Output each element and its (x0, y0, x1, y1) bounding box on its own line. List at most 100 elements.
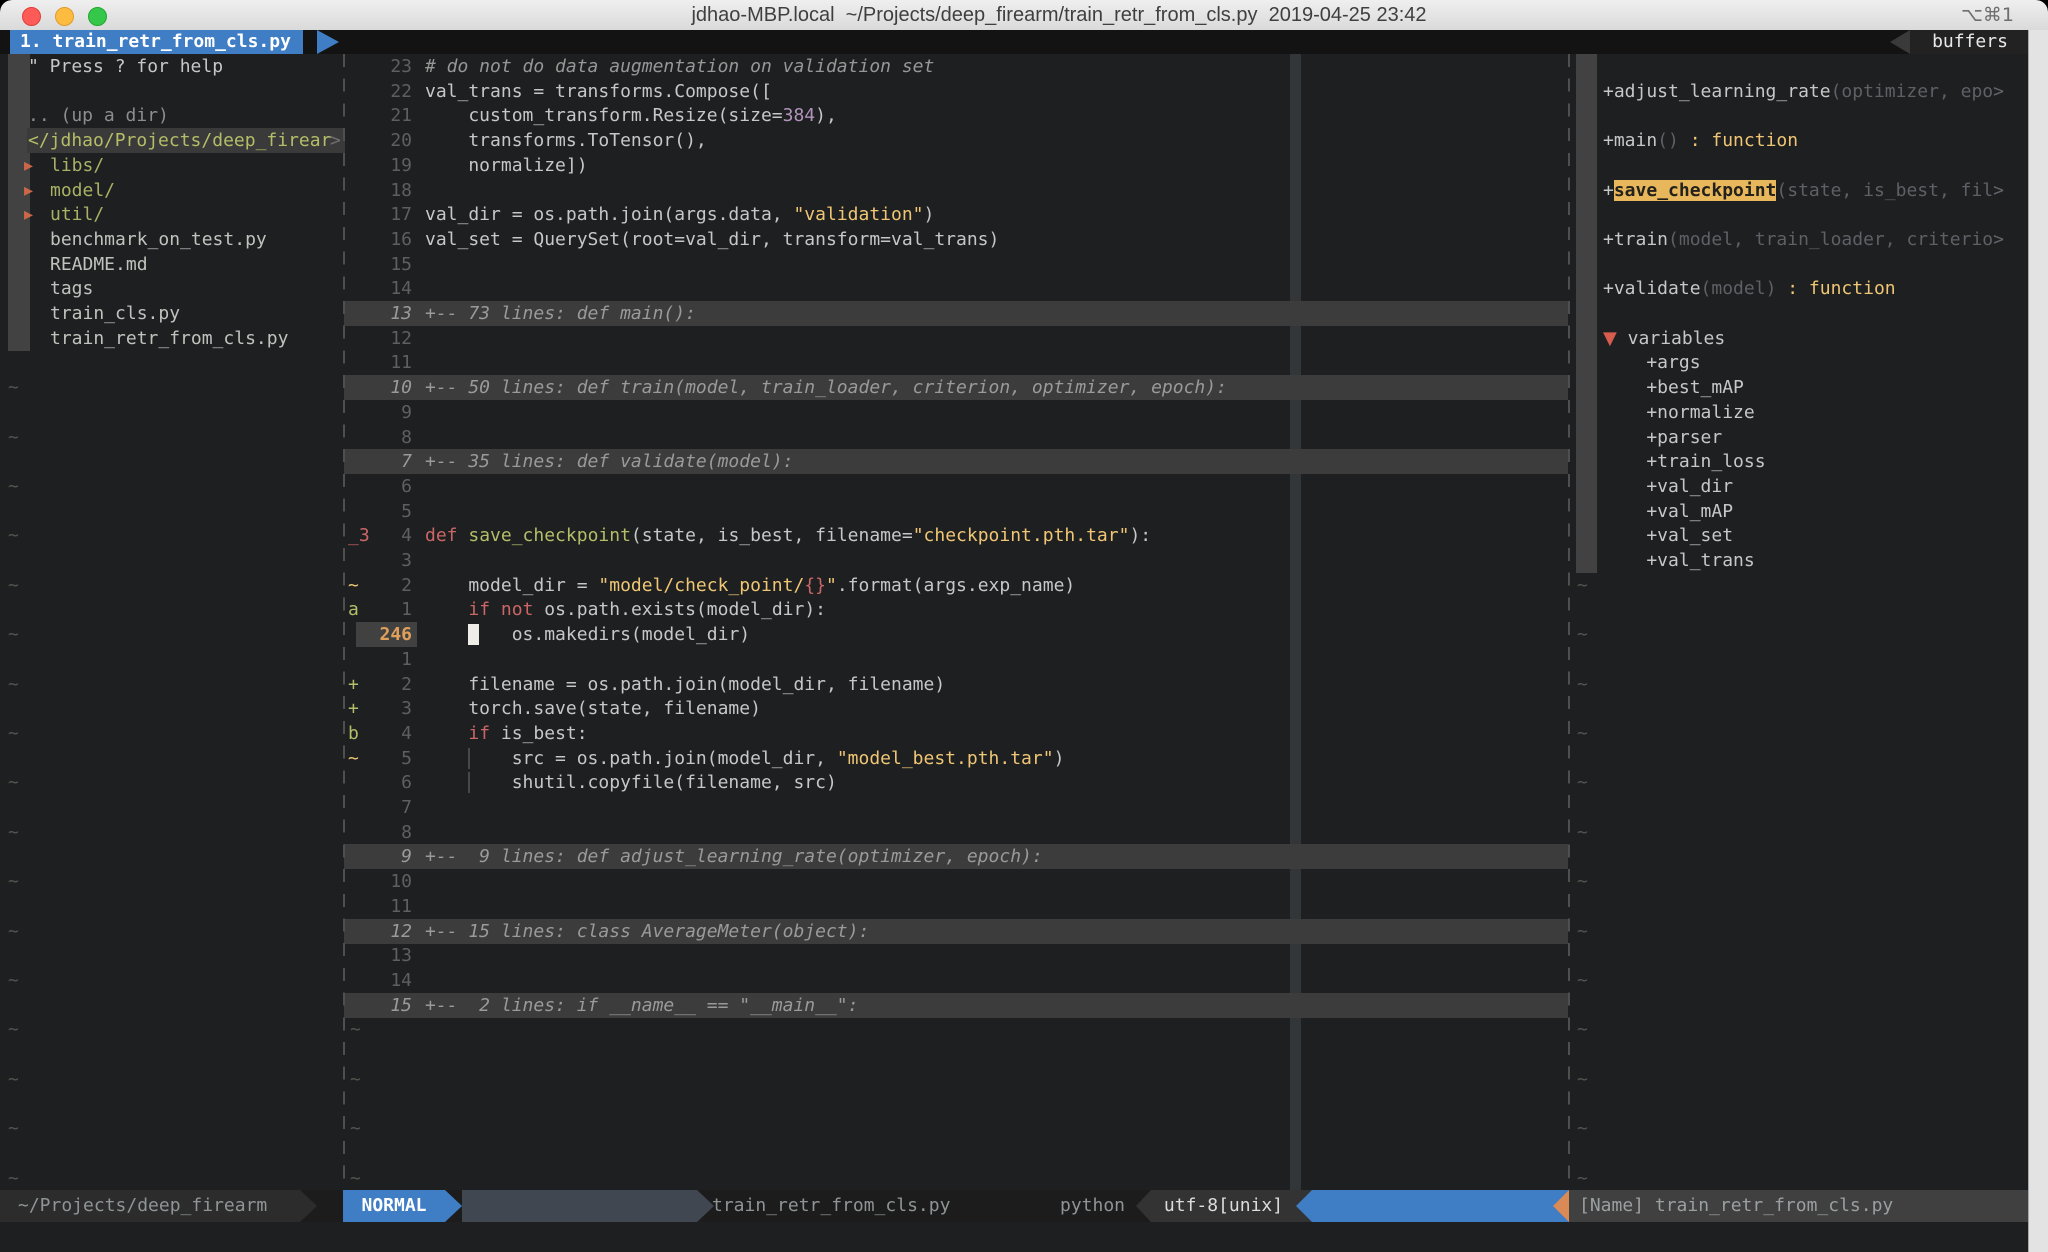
tag-entry[interactable]: +val_set (0, 523, 2048, 548)
fold-text: +-- 73 lines: def main(): (425, 301, 696, 326)
tag-entry[interactable]: +best_mAP (0, 375, 2048, 400)
line-number: 11 (360, 894, 412, 919)
window-separator-left[interactable] (343, 54, 345, 1190)
empty-line: ~ (0, 820, 2048, 845)
code-row[interactable]: +3 torch.save(state, filename) (0, 696, 2048, 721)
line-number: 1 (360, 647, 412, 672)
empty-line: ~ (0, 1017, 2048, 1042)
code-row[interactable]: 7 (0, 795, 2048, 820)
empty-line: ~ (0, 573, 2048, 598)
empty-line: ~ (0, 968, 2048, 993)
tag-entry-text: +adjust_learning_rate(optimizer, epo> (1603, 79, 2004, 104)
tag-entry[interactable]: +save_checkpoint(state, is_best, fil> (0, 178, 2048, 203)
statusline-position: 86% ≡ 246/284ln : 5 (1312, 1190, 1553, 1222)
fold-row[interactable]: 15 +-- 2 lines: if __name__ == "__main__"… (0, 993, 2048, 1018)
tag-entry-text: +normalize (1603, 400, 1755, 425)
tag-entry-text: +best_mAP (1603, 375, 1744, 400)
tag-entry[interactable]: +train(model, train_loader, criterio> (0, 227, 2048, 252)
empty-line: ~ (0, 672, 2048, 697)
tag-entry-text: +main() : function (1603, 128, 1798, 153)
tag-entry-text: +train_loss (1603, 449, 1766, 474)
line-number: 21 (360, 103, 412, 128)
highlighted-tag: save_checkpoint (1614, 180, 1777, 201)
code-row[interactable]: 17val_dir = os.path.join(args.data, "val… (0, 202, 2048, 227)
mode-indicator: NORMAL (343, 1190, 445, 1222)
line-number: 9 (360, 844, 412, 869)
empty-line: ~ (0, 622, 2048, 647)
code-row[interactable]: 1 (0, 647, 2048, 672)
titlebar: jdhao-MBP.local ~/Projects/deep_firearm/… (0, 0, 2048, 31)
statusline: ~/Projects/deep_firearm NORMAL +8 ~3 -3 … (0, 1190, 2048, 1222)
window-shortcut-badge: ⌥⌘1 (1961, 0, 2014, 30)
fold-text: +-- 2 lines: if __name__ == "__main__": (425, 993, 858, 1018)
code-row[interactable]: 15 (0, 252, 2048, 277)
window-separator-right[interactable] (1568, 54, 1570, 1190)
tag-entry[interactable]: +adjust_learning_rate(optimizer, epo> (0, 79, 2048, 104)
code-row (0, 1091, 2048, 1116)
tag-entry[interactable]: +main() : function (0, 128, 2048, 153)
line-number: 7 (360, 795, 412, 820)
code-row[interactable]: ~5 src = os.path.join(model_dir, "model_… (0, 746, 2048, 771)
git-segment: +8 ~3 -3 master⚡ (462, 1190, 697, 1222)
terminal-window: jdhao-MBP.local ~/Projects/deep_firearm/… (0, 0, 2048, 1252)
line-number: 13 (360, 301, 412, 326)
powerline-arrow-icon (1296, 1190, 1312, 1222)
line-number: 3 (360, 696, 412, 721)
empty-line: ~ (0, 1166, 2048, 1191)
code-row[interactable]: 13 (0, 943, 2048, 968)
tag-entry[interactable]: +args (0, 350, 2048, 375)
empty-line: ~ (0, 721, 2048, 746)
empty-line: ~ (0, 869, 2048, 894)
statusline-filetype: python (1060, 1190, 1125, 1222)
powerline-arrow-icon (445, 1190, 462, 1222)
code-row (0, 1141, 2048, 1166)
line-number: 19 (360, 153, 412, 178)
tag-entry[interactable]: +train_loss (0, 449, 2048, 474)
code-line: # do not do data augmentation on validat… (425, 54, 934, 79)
tag-entry[interactable]: +parser (0, 425, 2048, 450)
code-line: src = os.path.join(model_dir, "model_bes… (425, 746, 1064, 771)
tabline: 1. train_retr_from_cls.py buffers (0, 30, 2048, 54)
code-row[interactable]: a1 if not os.path.exists(model_dir): (0, 597, 2048, 622)
tag-entry[interactable]: +val_dir (0, 474, 2048, 499)
tag-entry-text: +args (1603, 350, 1701, 375)
tag-entry[interactable]: +validate(model) : function (0, 276, 2048, 301)
line-number: 15 (360, 993, 412, 1018)
code-row (0, 1042, 2048, 1067)
line-number: 5 (360, 746, 412, 771)
line-number: 15 (360, 252, 412, 277)
powerline-arrow-icon (300, 1190, 317, 1222)
powerline-arrow-icon (1553, 1190, 1569, 1222)
code-row[interactable]: 21 custom_transform.Resize(size=384), (0, 103, 2048, 128)
buffer-tab[interactable]: 1. train_retr_from_cls.py (10, 30, 303, 54)
line-number: 23 (360, 54, 412, 79)
tag-entry-text: +train(model, train_loader, criterio> (1603, 227, 2004, 252)
statusline-nerdtree-path: ~/Projects/deep_firearm (0, 1190, 300, 1222)
window-title: jdhao-MBP.local ~/Projects/deep_firearm/… (0, 0, 2048, 30)
tag-entry-text: +val_trans (1603, 548, 1755, 573)
tag-entry-text: +parser (1603, 425, 1722, 450)
tag-entry-text: +val_mAP (1603, 499, 1733, 524)
code-row[interactable]: 23 # do not do data augmentation on valid… (0, 54, 2048, 79)
code-line: normalize]) (425, 153, 588, 178)
buffers-label: buffers (1910, 30, 2030, 54)
statusline-tagbar: [Name] train_retr_from_cls.py (1569, 1190, 2030, 1222)
code-line: if not os.path.exists(model_dir): (425, 597, 826, 622)
code-line: torch.save(state, filename) (425, 696, 761, 721)
fold-open-icon: ▼ (1603, 328, 1617, 349)
line-number: 13 (360, 943, 412, 968)
line-number: 1 (360, 597, 412, 622)
fold-row[interactable]: 9+-- 9 lines: def adjust_learning_rate(o… (0, 844, 2048, 869)
code-row[interactable]: 19 normalize]) (0, 153, 2048, 178)
tag-entry-text: +val_set (1603, 523, 1733, 548)
line-number: 17 (360, 202, 412, 227)
code-row[interactable]: 11 (0, 894, 2048, 919)
terminal-scrollbar[interactable] (2028, 30, 2048, 1252)
fold-row[interactable]: 13 +-- 73 lines: def main(): (0, 301, 2048, 326)
tag-entry[interactable]: ▼ variables (0, 326, 2048, 351)
tag-entry[interactable]: +val_mAP (0, 499, 2048, 524)
empty-line: ~ (0, 919, 2048, 944)
tag-entry[interactable]: +val_trans (0, 548, 2048, 573)
tag-entry[interactable]: +normalize (0, 400, 2048, 425)
code-line: custom_transform.Resize(size=384), (425, 103, 837, 128)
